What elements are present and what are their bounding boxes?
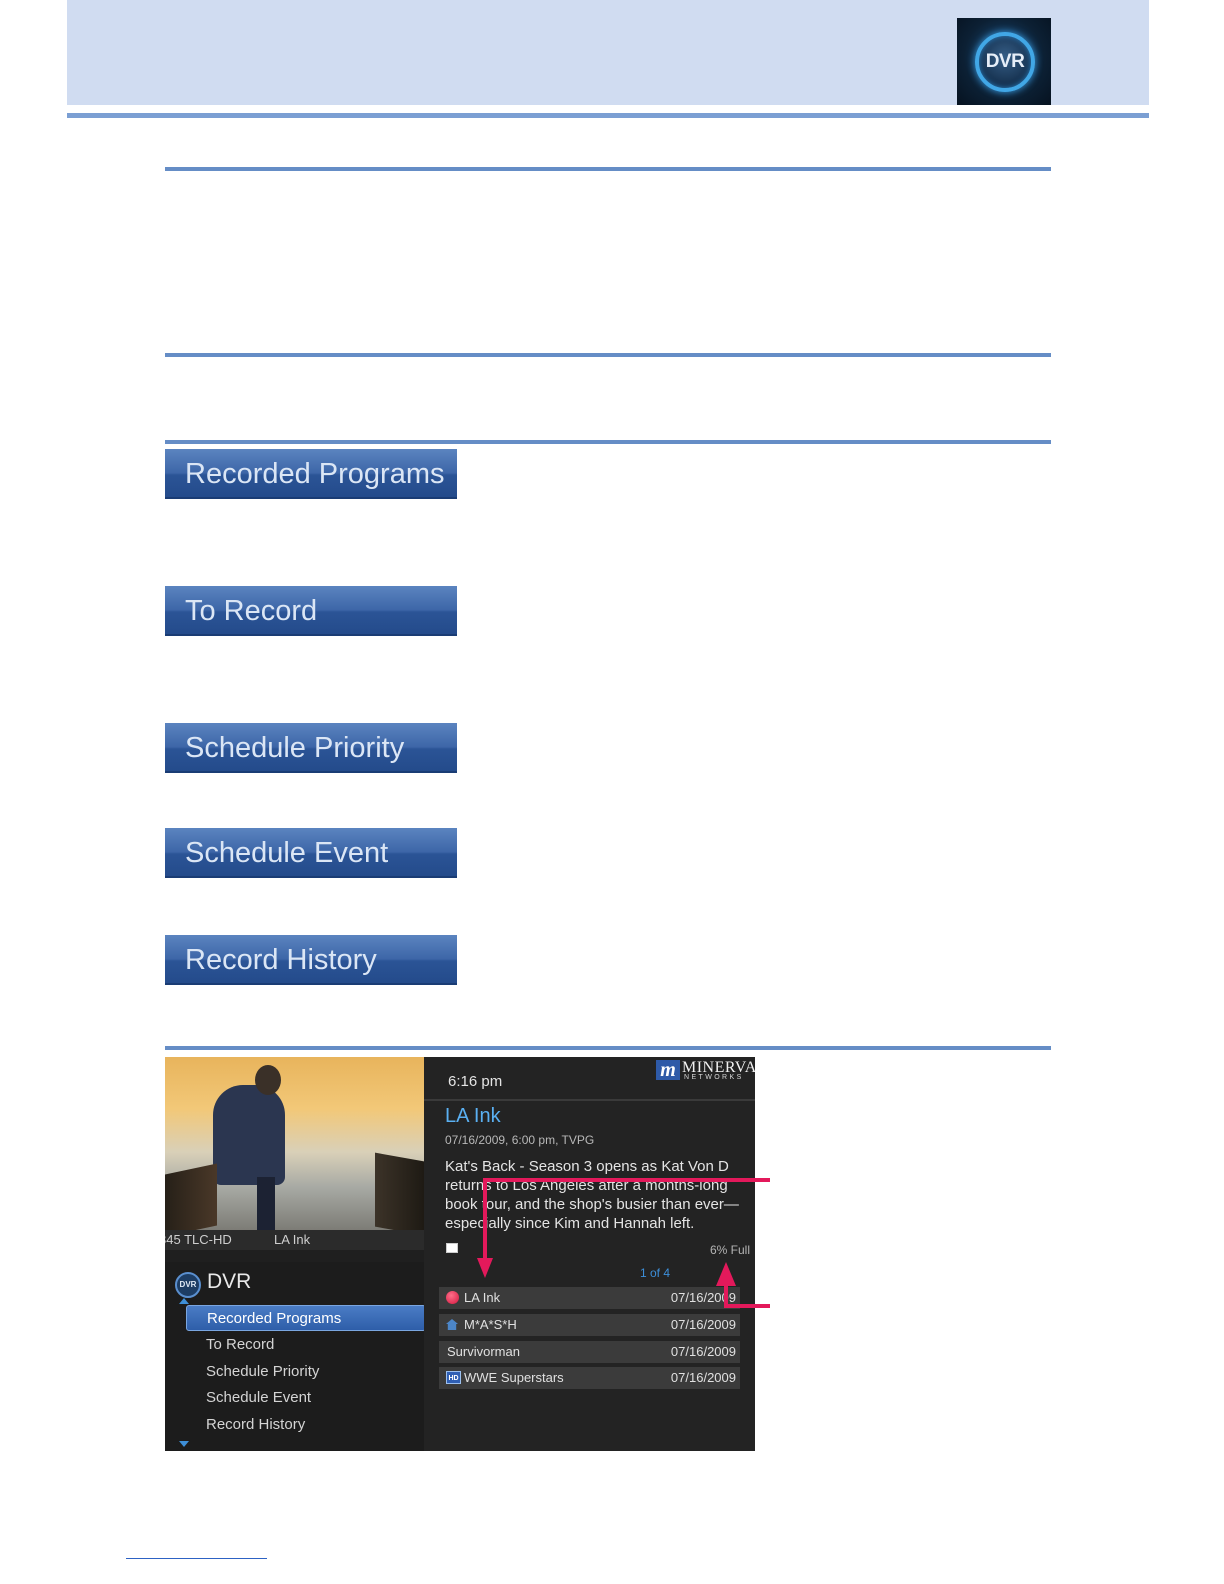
callout-arrow-down-icon [477,1258,493,1278]
recording-title: WWE Superstars [464,1370,564,1385]
house-icon [446,1319,458,1330]
now-playing-label: LA Ink [274,1232,311,1247]
section-rule-4 [165,1046,1051,1050]
recording-date: 07/16/2009 [670,1317,736,1332]
recording-date: 07/16/2009 [670,1370,736,1385]
hd-icon: HD [446,1371,461,1384]
callout-arrow-up-icon [716,1262,736,1286]
info-divider [424,1099,755,1101]
rider-figure [213,1085,285,1185]
clock: 6:16 pm [448,1073,503,1090]
minerva-logo-mark: m [656,1060,680,1080]
minerva-logo-sub: NETWORKS [684,1074,744,1081]
callout-line-bottom [724,1304,770,1308]
fence-right [375,1152,424,1230]
dvr-badge-icon: DVR [175,1272,201,1298]
rider-head [255,1065,281,1095]
dvr-logo-text: DVR [975,32,1035,92]
recording-row[interactable]: LA Ink 07/16/2009 [439,1287,740,1309]
footer-rule [126,1558,267,1559]
dvr-menu: DVR DVR Recorded Programs To Record Sche… [165,1262,430,1451]
callout-line-top [483,1178,770,1182]
menu-item-record-history[interactable]: Record History [186,1412,426,1438]
scroll-up-icon[interactable] [179,1298,189,1304]
program-description: Kat's Back - Season 3 opens as Kat Von D… [445,1158,739,1232]
scroll-down-icon[interactable] [179,1441,189,1447]
menu-item-recorded-programs[interactable]: Recorded Programs [186,1305,426,1331]
recording-row[interactable]: Survivorman 07/16/2009 [439,1341,740,1363]
dvr-logo: DVR [957,18,1051,105]
menu-item-schedule-event[interactable]: Schedule Event [186,1385,426,1411]
rider-legs [257,1177,275,1230]
dvr-screen: 345 TLC-HD LA Ink DVR DVR Recorded Progr… [165,1057,755,1451]
storage-indicator: 6% Full [709,1243,750,1257]
program-meta: 07/16/2009, 6:00 pm, TVPG [445,1133,595,1147]
section-rule-1 [165,167,1051,171]
dvr-menu-title: DVR [207,1270,252,1293]
menu-item-to-record[interactable]: To Record [186,1332,426,1358]
recording-row[interactable]: M*A*S*H 07/16/2009 [439,1314,740,1336]
menu-item-schedule-priority[interactable]: Schedule Priority [186,1359,426,1385]
minerva-logo: m MINERVA NETWORKS [656,1059,755,1082]
callout-line-down [483,1178,487,1260]
channel-label: 345 TLC-HD [165,1232,232,1247]
program-title: LA Ink [445,1105,501,1127]
header-rule [67,113,1149,118]
recording-row[interactable]: HD WWE Superstars 07/16/2009 [439,1367,740,1389]
schedule-event-button[interactable]: Schedule Event [165,828,457,878]
record-history-button[interactable]: Record History [165,935,457,985]
recorded-programs-button[interactable]: Recorded Programs [165,449,457,499]
recording-title: M*A*S*H [464,1317,517,1332]
section-rule-3 [165,440,1051,444]
channel-bar: 345 TLC-HD LA Ink [165,1230,424,1250]
to-record-button[interactable]: To Record [165,586,457,636]
page-indicator: 1 of 4 [640,1266,671,1280]
recording-title: Survivorman [447,1344,520,1359]
message-icon [446,1243,458,1253]
record-dot-icon [446,1291,459,1304]
recording-date: 07/16/2009 [670,1344,736,1359]
section-rule-2 [165,353,1051,357]
program-info-panel: m MINERVA NETWORKS 6:16 pm LA Ink 07/16/… [424,1057,755,1451]
fence-left [165,1163,217,1230]
video-preview [165,1057,424,1230]
schedule-priority-button[interactable]: Schedule Priority [165,723,457,773]
recording-title: LA Ink [464,1290,501,1305]
